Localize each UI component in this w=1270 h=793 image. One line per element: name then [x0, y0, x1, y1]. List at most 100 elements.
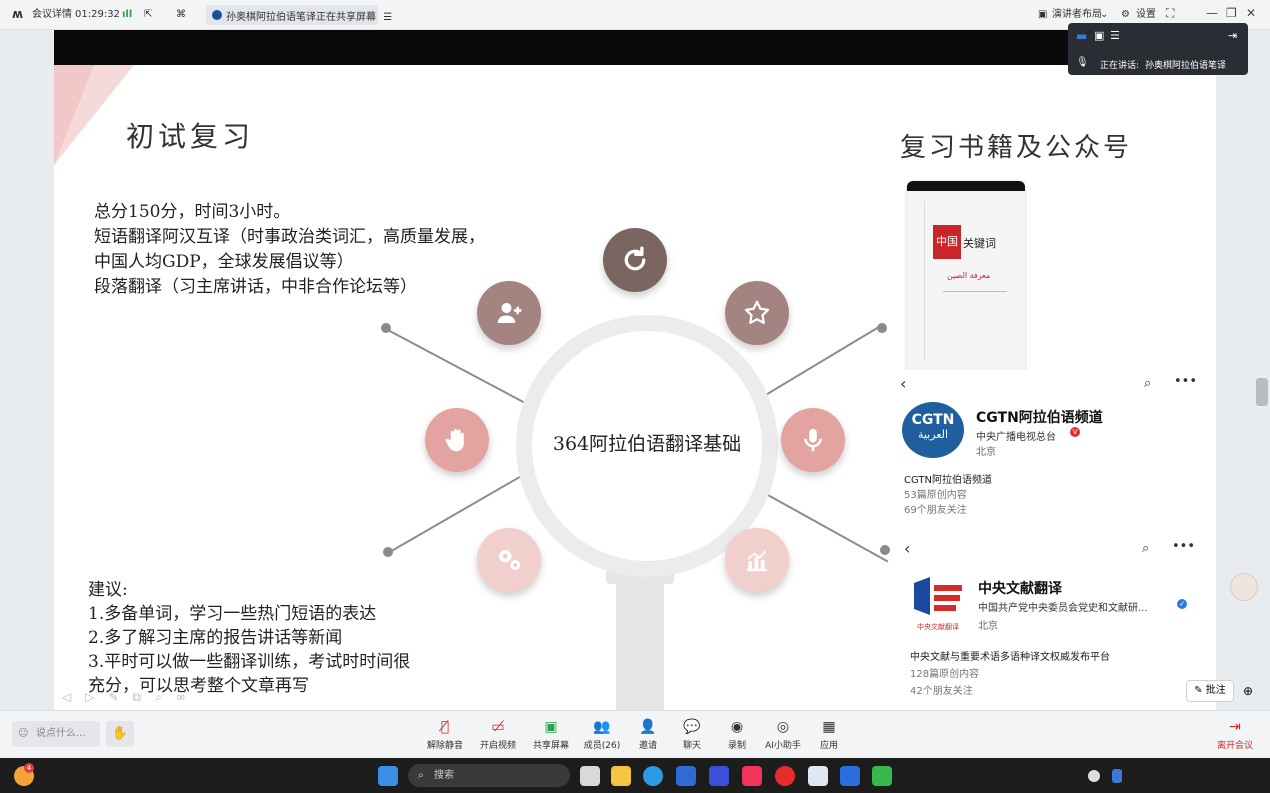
menu-icon: ☰ — [383, 12, 393, 23]
start-video-label: 开启视频 — [479, 741, 516, 751]
book-spine — [915, 201, 925, 361]
share-status-text: 孙奥棋阿拉伯语笔译正在共享屏幕 — [226, 12, 376, 23]
app-icon[interactable] — [709, 766, 729, 786]
zoom-icon[interactable]: ⊕ — [1238, 680, 1258, 702]
collapse-icon[interactable]: ⇥ — [1228, 29, 1237, 42]
leave-label: 离开会议 — [1216, 741, 1253, 751]
leave-meeting-button[interactable]: ⇥ 离开会议 — [1212, 719, 1258, 751]
back-icon[interactable]: ‹ — [904, 539, 910, 558]
meeting-details[interactable]: 会议详情 — [32, 8, 72, 22]
minimize-icon[interactable]: — — [1206, 6, 1218, 20]
edge-browser-icon[interactable] — [643, 766, 663, 786]
back-icon[interactable]: ‹ — [900, 374, 906, 393]
members-button[interactable]: 👥 成员(26) — [579, 719, 625, 751]
settings-button[interactable]: 设置 — [1136, 8, 1156, 22]
apps-button[interactable]: ▦ 应用 — [806, 719, 852, 751]
slide-title-right: 复习书籍及公众号 — [900, 133, 1133, 163]
chat-button[interactable]: 💬 聊天 — [669, 719, 715, 751]
spoke-node — [383, 547, 393, 557]
taskbar-search[interactable]: ⌕ 搜索 — [408, 764, 570, 787]
speaking-label: 正在讲话: — [1100, 61, 1140, 71]
search-icon[interactable]: ⌕ — [1144, 376, 1151, 391]
presenter-layout-button[interactable]: 演讲者布局 — [1052, 8, 1102, 22]
more-icon[interactable]: ••• — [1172, 539, 1195, 554]
meeting-toolbar: ☺ 说点什么... ✋ 🎙̸ 解除静音 ▭̸ 开启视频 ▣ 共享屏幕 👥 成员(26) … — [0, 710, 1270, 758]
chat-input[interactable]: ☺ 说点什么... — [12, 721, 100, 747]
app-logo-icon: ʍ — [12, 7, 24, 21]
zywx-location: 北京 — [978, 621, 998, 632]
add-user-icon — [477, 281, 541, 345]
annotate-label: 批注 — [1205, 685, 1226, 696]
zywx-link[interactable]: 中央文献与重要术语多语种译文权威发布平台 — [910, 648, 1110, 663]
para-line: 中国人均GDP，全球发展倡议等） — [94, 252, 354, 272]
hand-icon — [425, 408, 489, 472]
microphone-icon — [781, 408, 845, 472]
store-icon[interactable] — [676, 766, 696, 786]
ai-assistant-icon: ◎ — [776, 719, 790, 735]
more-icon[interactable]: ••• — [1174, 374, 1197, 389]
advice-line: 3.平时可以做一些翻译训练，考试时时间很 — [88, 652, 411, 672]
exit-icon: ⇥ — [1229, 719, 1241, 735]
cloud-icon[interactable] — [1088, 770, 1100, 782]
share-screen-icon: ▣ — [544, 719, 558, 735]
annotate-button[interactable]: ✎ 批注 — [1186, 680, 1234, 702]
signal-icon[interactable]: ıll — [122, 8, 132, 22]
advice-line: 2.多了解习主席的报告讲话等新闻 — [88, 628, 343, 648]
record-icon: ◉ — [730, 719, 744, 735]
ai-assistant-button[interactable]: ◎ AI小助手 — [760, 719, 806, 751]
cgtn-followers: 69个朋友关注 — [904, 505, 967, 516]
speaker-view-icon[interactable]: ▬ — [1076, 29, 1087, 43]
zywx-followers: 42个朋友关注 — [910, 686, 973, 697]
meeting-app-icon[interactable] — [840, 766, 860, 786]
cgtn-account-card[interactable]: ‹ ⌕ ••• CGTN العربية CGTN阿拉伯语频道 中央广播电视总台… — [892, 370, 1212, 530]
mic-off-icon: 🎙̸ — [440, 719, 450, 735]
mic-tray-icon[interactable] — [1112, 769, 1122, 783]
document-icon[interactable] — [808, 766, 828, 786]
file-explorer-icon[interactable] — [611, 766, 631, 786]
wechat-icon[interactable] — [872, 766, 892, 786]
slide-nav-controls[interactable]: ◁▷✎⧉⌕∞ — [62, 690, 200, 705]
popout-icon[interactable]: ⇱ — [144, 8, 152, 22]
invite-icon: 👤 — [639, 719, 657, 735]
windows-start-icon[interactable] — [378, 766, 398, 786]
spoke-node — [877, 323, 887, 333]
list-view-icon[interactable]: ☰ — [1110, 29, 1120, 42]
search-icon[interactable]: ⌕ — [1142, 541, 1149, 556]
para-line: 段落翻译（习主席讲话，中非合作论坛等） — [94, 277, 417, 297]
cgtn-logo-text: CGTN — [911, 412, 955, 428]
task-view-icon[interactable] — [580, 766, 600, 786]
layout-icon: ▣ — [1038, 9, 1048, 20]
share-screen-button[interactable]: ▣ 共享屏幕 — [528, 719, 574, 751]
center-topic: 364阿拉伯语翻译基础 — [552, 433, 742, 455]
fullscreen-icon[interactable]: ⛶ — [1166, 6, 1174, 21]
translate-icon[interactable]: ⌘ — [176, 8, 186, 22]
start-video-button[interactable]: ▭̸ 开启视频 — [475, 719, 521, 751]
advice-list: 建议: 1.多备单词，学习一些热门短语的表达 2.多了解习主席的报告讲话等新闻 … — [88, 578, 410, 698]
avatar[interactable] — [1230, 573, 1258, 601]
meeting-timer: 01:29:32 — [75, 9, 120, 20]
share-screen-label: 共享屏幕 — [532, 741, 569, 751]
slide-title-left: 初试复习 — [126, 120, 255, 153]
zywx-account-card[interactable]: ‹ ⌕ ••• 中央文献翻译 中央文献翻译 中国共产党中央委员会党史和文献研..… — [892, 535, 1212, 705]
record-button[interactable]: ◉ 录制 — [714, 719, 760, 751]
side-collapse-handle[interactable] — [1256, 378, 1268, 406]
cgtn-link[interactable]: CGTN阿拉伯语频道 — [904, 471, 992, 486]
decor-triangle — [54, 65, 94, 165]
invite-button[interactable]: 👤 邀请 — [625, 719, 671, 751]
spoke-node — [880, 545, 890, 555]
unmute-button[interactable]: 🎙̸ 解除静音 — [422, 719, 468, 751]
verified-icon: ✓ — [1177, 599, 1187, 609]
restore-icon[interactable]: ❐ — [1226, 6, 1237, 20]
speaking-name: 孙奥棋阿拉伯语笔译 — [1145, 61, 1227, 71]
cgtn-location: 北京 — [976, 447, 996, 458]
music-icon[interactable] — [742, 766, 762, 786]
raise-hand-button[interactable]: ✋ — [106, 721, 134, 747]
members-icon: 👥 — [593, 719, 611, 735]
close-icon[interactable]: ✕ — [1246, 6, 1256, 20]
spoke-node — [381, 323, 391, 333]
share-status-pill[interactable]: 孙奥棋阿拉伯语笔译正在共享屏幕 ☰ — [206, 5, 392, 25]
video-player-icon[interactable] — [775, 766, 795, 786]
window-view-icon[interactable]: ▣ — [1094, 29, 1104, 42]
cgtn-articles: 53篇原创内容 — [904, 490, 967, 501]
zywx-logo: 中央文献翻译 — [910, 575, 966, 631]
